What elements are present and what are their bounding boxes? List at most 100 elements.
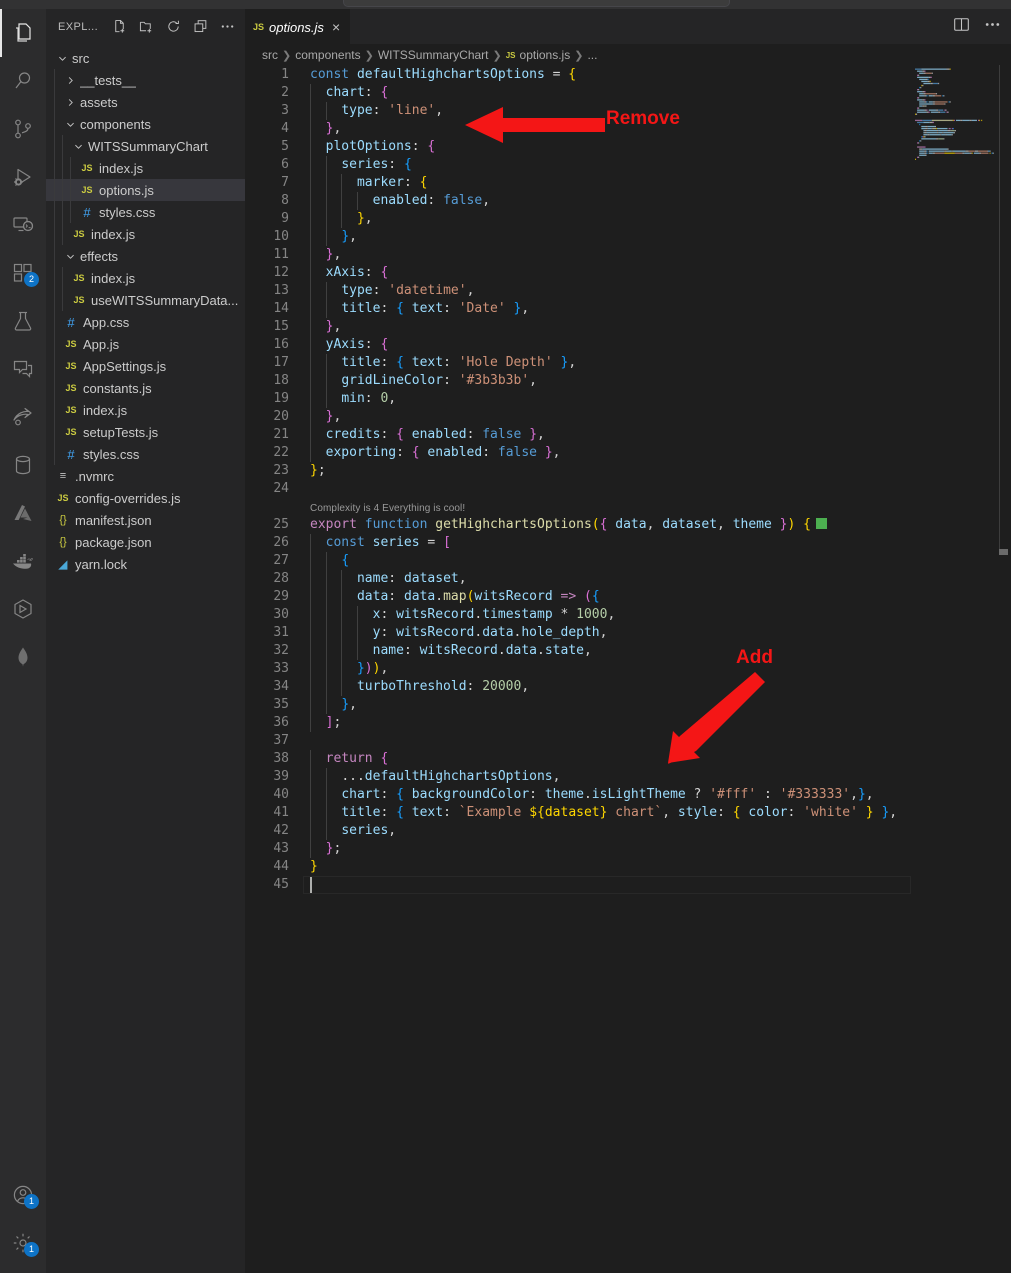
code-line[interactable]: 41 title: { text: `Example ${dataset} ch… <box>245 804 1011 822</box>
code-line[interactable]: 21 credits: { enabled: false }, <box>245 426 1011 444</box>
chevron-down-icon[interactable] <box>72 135 85 157</box>
code-line[interactable]: 30 x: witsRecord.timestamp * 1000, <box>245 606 1011 624</box>
tree-item-manifest-json[interactable]: {} manifest.json <box>46 509 245 531</box>
tab-options-js[interactable]: JS options.js × <box>245 9 350 44</box>
breadcrumb-item[interactable]: components <box>295 48 360 62</box>
new-file-icon[interactable] <box>112 19 127 34</box>
activitybar-item-azure[interactable] <box>0 489 46 537</box>
breadcrumb-item[interactable]: src <box>262 48 278 62</box>
code-line[interactable]: 37 <box>245 732 1011 750</box>
activitybar-item-testing[interactable] <box>0 297 46 345</box>
code-line[interactable]: 5 plotOptions: { <box>245 138 1011 156</box>
code-line[interactable]: 29 data: data.map(witsRecord => ({ <box>245 588 1011 606</box>
code-line[interactable]: 14 title: { text: 'Date' }, <box>245 300 1011 318</box>
code-line[interactable]: 2 chart: { <box>245 84 1011 102</box>
code-line[interactable]: 13 type: 'datetime', <box>245 282 1011 300</box>
activitybar-item-share[interactable] <box>0 393 46 441</box>
scrollbar-decoration[interactable] <box>999 549 1008 555</box>
tree-item-components[interactable]: components <box>46 113 245 135</box>
tree-item-package-json[interactable]: {} package.json <box>46 531 245 553</box>
code-line[interactable]: 32 name: witsRecord.data.state, <box>245 642 1011 660</box>
minimap-slider[interactable] <box>999 65 1000 549</box>
code-line[interactable]: 9 }, <box>245 210 1011 228</box>
code-line[interactable]: 39 ...defaultHighchartsOptions, <box>245 768 1011 786</box>
breadcrumb-item[interactable]: options.js <box>520 48 571 62</box>
refresh-icon[interactable] <box>166 19 181 34</box>
command-center[interactable] <box>343 0 730 7</box>
code-line[interactable]: 42 series, <box>245 822 1011 840</box>
code-line[interactable]: 43 }; <box>245 840 1011 858</box>
tree-item-index-js[interactable]: JS index.js <box>46 223 245 245</box>
code-line[interactable]: 25 export function getHighchartsOptions({… <box>245 516 1011 534</box>
code-line[interactable]: 19 min: 0, <box>245 390 1011 408</box>
code-line[interactable]: 23}; <box>245 462 1011 480</box>
breadcrumb-item[interactable]: WITSSummaryChart <box>378 48 489 62</box>
minimap[interactable] <box>913 66 999 166</box>
new-folder-icon[interactable] <box>139 19 154 34</box>
code-line[interactable]: 26 const series = [ <box>245 534 1011 552</box>
activitybar-item-source-control[interactable] <box>0 105 46 153</box>
code-line[interactable]: 28 name: dataset, <box>245 570 1011 588</box>
code-line[interactable]: 34 turboThreshold: 20000, <box>245 678 1011 696</box>
ellipsis-icon[interactable] <box>220 19 235 34</box>
breadcrumb-item[interactable]: ... <box>587 48 597 62</box>
code-line[interactable]: 10 }, <box>245 228 1011 246</box>
tree-item-app-css[interactable]: # App.css <box>46 311 245 333</box>
split-editor-icon[interactable] <box>953 16 970 38</box>
activitybar-item-manage[interactable]: 1 <box>0 1219 46 1267</box>
code-line[interactable]: 6 series: { <box>245 156 1011 174</box>
tree-item-appsettings-js[interactable]: JS AppSettings.js <box>46 355 245 377</box>
tree-item-yarn-lock[interactable]: ◢ yarn.lock <box>46 553 245 575</box>
code-line[interactable]: 20 }, <box>245 408 1011 426</box>
activitybar-item-extensions[interactable]: 2 <box>0 249 46 297</box>
chevron-down-icon[interactable] <box>56 47 69 69</box>
ellipsis-icon[interactable] <box>984 16 1001 38</box>
code-line[interactable]: 38 return { <box>245 750 1011 768</box>
tree-item-setuptests-js[interactable]: JS setupTests.js <box>46 421 245 443</box>
activitybar-item-accounts[interactable]: 1 <box>0 1171 46 1219</box>
code-line[interactable]: 45 <box>245 876 1011 894</box>
tree-item-effects[interactable]: effects <box>46 245 245 267</box>
tree-item-assets[interactable]: assets <box>46 91 245 113</box>
tree-item-index-js[interactable]: JS index.js <box>46 267 245 289</box>
tree-item-usewitssummarydata-[interactable]: JS useWITSSummaryData... <box>46 289 245 311</box>
tree-item-index-js[interactable]: JS index.js <box>46 157 245 179</box>
activitybar-item-docker[interactable] <box>0 537 46 585</box>
codelens[interactable]: Complexity is 4 Everything is cool! <box>245 498 1011 516</box>
code-line[interactable]: 22 exporting: { enabled: false }, <box>245 444 1011 462</box>
tree-item-index-js[interactable]: JS index.js <box>46 399 245 421</box>
code-line[interactable]: 33 })), <box>245 660 1011 678</box>
tree-item-styles-css[interactable]: # styles.css <box>46 443 245 465</box>
code-line[interactable]: 18 gridLineColor: '#3b3b3b', <box>245 372 1011 390</box>
activitybar-item-mongodb[interactable] <box>0 633 46 681</box>
code-line[interactable]: 31 y: witsRecord.data.hole_depth, <box>245 624 1011 642</box>
code-line[interactable]: 11 }, <box>245 246 1011 264</box>
tree-item-witssummarychart[interactable]: WITSSummaryChart <box>46 135 245 157</box>
code-line[interactable]: 7 marker: { <box>245 174 1011 192</box>
code-line[interactable]: 15 }, <box>245 318 1011 336</box>
tree-item-config-overrides-js[interactable]: JS config-overrides.js <box>46 487 245 509</box>
chevron-down-icon[interactable] <box>64 113 77 135</box>
chevron-right-icon[interactable] <box>64 69 77 91</box>
activitybar-item-database[interactable] <box>0 441 46 489</box>
code-line[interactable]: 1 const defaultHighchartsOptions = { <box>245 66 1011 84</box>
tree-item-app-js[interactable]: JS App.js <box>46 333 245 355</box>
activitybar-item-comments[interactable] <box>0 345 46 393</box>
code-line[interactable]: 16 yAxis: { <box>245 336 1011 354</box>
code-line[interactable]: 40 chart: { backgroundColor: theme.isLig… <box>245 786 1011 804</box>
code-line[interactable]: 24 <box>245 480 1011 498</box>
tree-item-constants-js[interactable]: JS constants.js <box>46 377 245 399</box>
tree-item-src[interactable]: src <box>46 47 245 69</box>
activitybar-item-kubernetes[interactable] <box>0 585 46 633</box>
activitybar-item-explorer[interactable] <box>0 9 46 57</box>
code-line[interactable]: 36 ]; <box>245 714 1011 732</box>
code-editor[interactable]: 1 const defaultHighchartsOptions = {2 cha… <box>245 66 1011 1273</box>
code-line[interactable]: 35 }, <box>245 696 1011 714</box>
collapse-all-icon[interactable] <box>193 19 208 34</box>
code-line[interactable]: 17 title: { text: 'Hole Depth' }, <box>245 354 1011 372</box>
code-line[interactable]: 27 { <box>245 552 1011 570</box>
chevron-right-icon[interactable] <box>64 91 77 113</box>
tree-item-options-js[interactable]: JS options.js <box>46 179 245 201</box>
activitybar-item-search[interactable] <box>0 57 46 105</box>
close-icon[interactable]: × <box>332 20 340 34</box>
